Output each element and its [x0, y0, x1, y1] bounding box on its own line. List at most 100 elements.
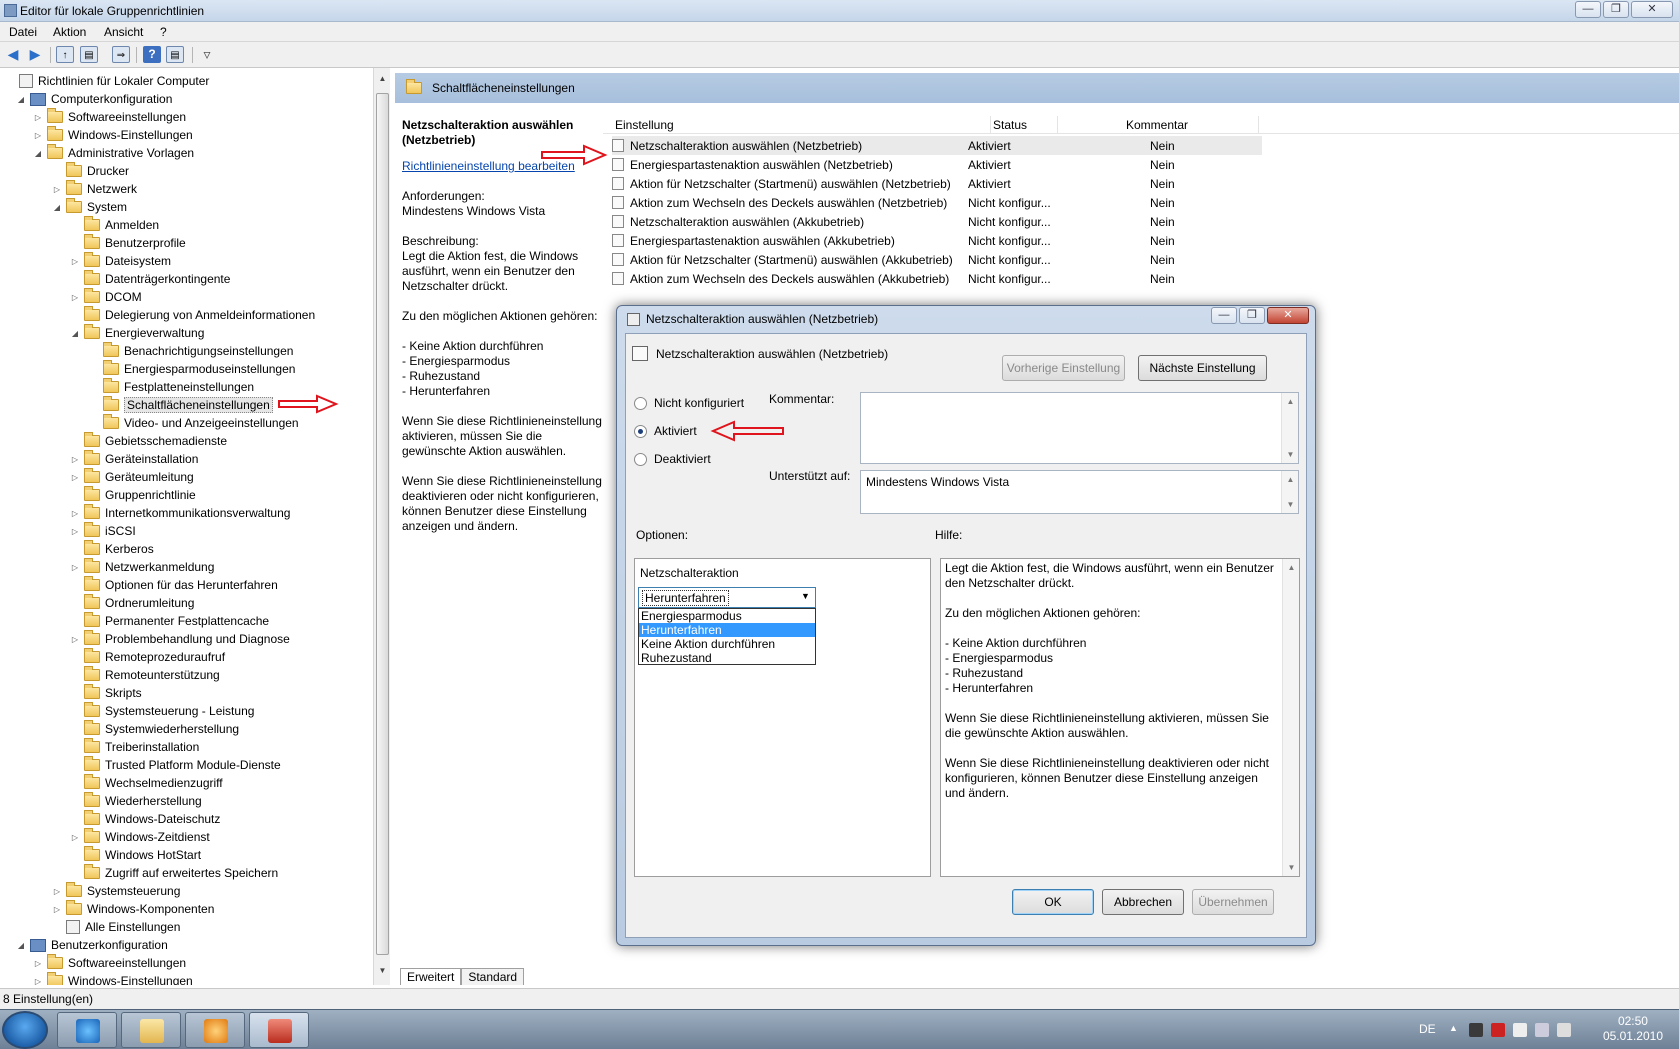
tree-item[interactable]: Video- und Anzeigeeinstellungen [89, 414, 299, 432]
tree-item[interactable]: Datenträgerkontingente [70, 270, 230, 288]
up-folder-icon[interactable]: ↑ [56, 46, 74, 63]
tray-app-icon[interactable] [1469, 1023, 1483, 1037]
tab-standard[interactable]: Standard [461, 968, 525, 985]
collapsed-arrow-icon[interactable]: ▷ [33, 977, 43, 986]
collapsed-arrow-icon[interactable]: ▷ [70, 635, 80, 644]
tree-item[interactable]: ▷ Windows-Einstellungen [33, 972, 193, 985]
ok-button[interactable]: OK [1012, 889, 1094, 915]
collapsed-arrow-icon[interactable]: ▷ [52, 887, 62, 896]
dropdown-option[interactable]: Herunterfahren [639, 623, 815, 637]
expanded-arrow-icon[interactable]: ◢ [16, 941, 26, 950]
previous-setting-button[interactable]: Vorherige Einstellung [1002, 355, 1125, 381]
tree-item[interactable]: Schaltflächeneinstellungen [89, 396, 273, 414]
tree-item[interactable]: ▷ Systemsteuerung [52, 882, 180, 900]
tree-item[interactable]: Ordnerumleitung [70, 594, 194, 612]
expanded-arrow-icon[interactable]: ◢ [70, 329, 80, 338]
minimize-button[interactable]: — [1575, 1, 1601, 18]
tree-item[interactable]: ◢ Benutzerkonfiguration [16, 936, 168, 954]
tree-item[interactable]: ▷ iSCSI [70, 522, 136, 540]
tree-item[interactable]: Kerberos [70, 540, 154, 558]
tree-item[interactable]: ◢ Administrative Vorlagen [33, 144, 194, 162]
language-indicator[interactable]: DE [1419, 1022, 1436, 1036]
action-select[interactable]: Herunterfahren ▼ [638, 587, 816, 608]
tree-item[interactable]: Optionen für das Herunterfahren [70, 576, 278, 594]
radio-disabled[interactable]: Deaktiviert [634, 452, 711, 466]
filter-icon[interactable]: ▿ [198, 46, 216, 63]
cancel-button[interactable]: Abbrechen [1102, 889, 1184, 915]
collapsed-arrow-icon[interactable]: ▷ [70, 257, 80, 266]
scroll-down-icon[interactable]: ▼ [376, 966, 389, 979]
expanded-arrow-icon[interactable]: ◢ [16, 95, 26, 104]
tree-item[interactable]: Benutzerprofile [70, 234, 186, 252]
flag-icon[interactable] [1513, 1023, 1527, 1037]
radio-button[interactable] [634, 424, 647, 438]
tree-item[interactable]: Windows HotStart [70, 846, 201, 864]
tree-item[interactable]: Treiberinstallation [70, 738, 199, 756]
apply-button[interactable]: Übernehmen [1192, 889, 1274, 915]
scroll-up-icon[interactable]: ▲ [376, 74, 389, 87]
tree-item[interactable]: Festplatteneinstellungen [89, 378, 254, 396]
tree-item[interactable]: ▷ DCOM [70, 288, 142, 306]
column-comment[interactable]: Kommentar [1126, 118, 1188, 132]
collapsed-arrow-icon[interactable]: ▷ [70, 563, 80, 572]
tree-item[interactable]: Permanenter Festplattencache [70, 612, 269, 630]
tree-item[interactable]: Wechselmedienzugriff [70, 774, 223, 792]
tree-item[interactable]: Gruppenrichtlinie [70, 486, 196, 504]
back-arrow-icon[interactable]: ◀ [4, 46, 22, 63]
tree-item[interactable]: ▷ Geräteinstallation [70, 450, 198, 468]
collapsed-arrow-icon[interactable]: ▷ [33, 131, 43, 140]
comment-field[interactable]: ▲ ▼ [860, 392, 1299, 464]
tree-item[interactable]: Remoteunterstützung [70, 666, 220, 684]
export-list-icon[interactable]: ⇒ [112, 46, 130, 63]
setting-row[interactable]: Netzschalteraktion auswählen (Akkubetrie… [612, 212, 1262, 231]
setting-row[interactable]: Netzschalteraktion auswählen (Netzbetrie… [612, 136, 1262, 155]
clock[interactable]: 02:50 05.01.2010 [1603, 1014, 1663, 1044]
tree-item[interactable]: ▷ Netzwerk [52, 180, 137, 198]
tree-item[interactable]: Alle Einstellungen [52, 918, 180, 936]
tree-item[interactable]: Richtlinien für Lokaler Computer [5, 72, 209, 90]
collapsed-arrow-icon[interactable]: ▷ [52, 185, 62, 194]
tree-item[interactable]: ▷ Windows-Zeitdienst [70, 828, 210, 846]
taskbar-explorer[interactable] [121, 1012, 181, 1048]
next-setting-button[interactable]: Nächste Einstellung [1138, 355, 1267, 381]
dropdown-option[interactable]: Energiesparmodus [639, 609, 815, 623]
tree-item[interactable]: ▷ Netzwerkanmeldung [70, 558, 214, 576]
tree-item[interactable]: ▷ Windows-Einstellungen [33, 126, 193, 144]
setting-row[interactable]: Aktion zum Wechseln des Deckels auswähle… [612, 269, 1262, 288]
tree-item[interactable]: ▷ Softwareeinstellungen [33, 954, 186, 972]
properties-icon[interactable]: ▤ [166, 46, 184, 63]
tree-item[interactable]: Gebietsschemadienste [70, 432, 227, 450]
chevron-down-icon[interactable]: ▼ [798, 591, 813, 604]
collapsed-arrow-icon[interactable]: ▷ [52, 905, 62, 914]
start-button[interactable] [2, 1011, 48, 1049]
tree-item[interactable]: ▷ Softwareeinstellungen [33, 108, 186, 126]
collapsed-arrow-icon[interactable]: ▷ [33, 113, 43, 122]
tree-item[interactable]: Wiederherstellung [70, 792, 202, 810]
maximize-button[interactable]: ❐ [1603, 1, 1629, 18]
tree-item[interactable]: Delegierung von Anmeldeinformationen [70, 306, 315, 324]
tree-item[interactable]: Systemsteuerung - Leistung [70, 702, 254, 720]
tree-item[interactable]: ◢ System [52, 198, 127, 216]
tree-item[interactable]: ◢ Energieverwaltung [70, 324, 204, 342]
setting-row[interactable]: Aktion für Netzschalter (Startmenü) ausw… [612, 174, 1262, 193]
dialog-minimize-button[interactable]: — [1211, 307, 1237, 324]
radio-button[interactable] [634, 452, 647, 466]
tree-item[interactable]: Trusted Platform Module-Dienste [70, 756, 281, 774]
menu-ansicht[interactable]: Ansicht [104, 25, 143, 39]
tree-item[interactable]: Benachrichtigungseinstellungen [89, 342, 293, 360]
radio-enabled[interactable]: Aktiviert [634, 424, 697, 438]
tree-item[interactable]: Remoteprozeduraufruf [70, 648, 225, 666]
collapsed-arrow-icon[interactable]: ▷ [33, 959, 43, 968]
close-button[interactable]: ✕ [1631, 1, 1673, 18]
menu-aktion[interactable]: Aktion [53, 25, 86, 39]
tree-item[interactable]: Zugriff auf erweitertes Speichern [70, 864, 278, 882]
dropdown-option[interactable]: Keine Aktion durchführen [639, 637, 815, 651]
dropdown-option[interactable]: Ruhezustand [639, 651, 815, 665]
setting-row[interactable]: Energiespartastenaktion auswählen (Netzb… [612, 155, 1262, 174]
tree-item[interactable]: ▷ Problembehandlung und Diagnose [70, 630, 290, 648]
tree-item[interactable]: Systemwiederherstellung [70, 720, 239, 738]
network-icon[interactable] [1535, 1023, 1549, 1037]
tree-scrollbar[interactable]: ▲ ▼ [373, 68, 390, 985]
tree-item[interactable]: ▷ Windows-Komponenten [52, 900, 214, 918]
tree-item[interactable]: ▷ Geräteumleitung [70, 468, 194, 486]
